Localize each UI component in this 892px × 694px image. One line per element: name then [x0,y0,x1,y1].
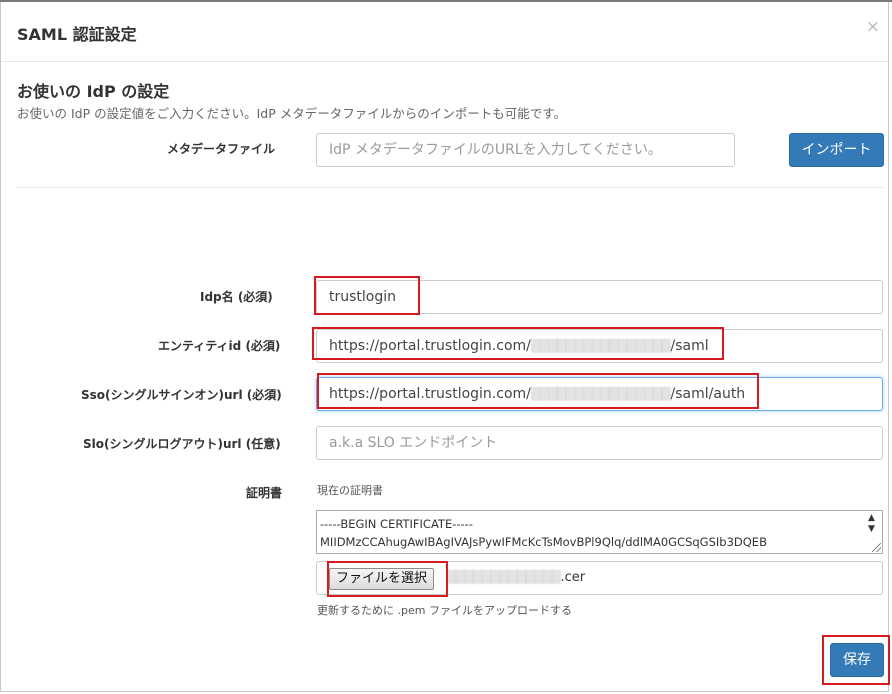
section-title: お使いの IdP の設定 [17,82,170,101]
entity-id-prefix: https://portal.trustlogin.com/ [329,338,531,354]
slo-url-label: Slo(シングルログアウト)url (任意) [83,437,281,451]
scroll-down-icon[interactable]: ▼ [868,524,880,535]
current-certificate-label: 現在の証明書 [317,484,383,497]
entity-id-input[interactable]: https://portal.trustlogin.com/▒▒▒▒▒▒▒▒▒▒… [316,329,883,363]
certificate-help-text: 更新するために .pem ファイルをアップロードする [317,604,572,617]
sso-url-input[interactable]: https://portal.trustlogin.com/▒▒▒▒▒▒▒▒▒▒… [316,377,883,411]
entity-id-masked: ▒▒▒▒▒▒▒▒▒▒▒▒▒▒▒▒ [530,339,671,353]
dialog-title: SAML 認証設定 [17,25,137,44]
resize-grip-icon[interactable] [872,543,881,552]
save-button[interactable]: 保存 [830,643,884,677]
metadata-file-label: メタデータファイル [167,142,276,156]
idp-name-label: Idp名 (必須) [200,290,273,304]
saml-settings-dialog: SAML 認証設定 × お使いの IdP の設定 お使いの IdP の設定値をご… [0,2,890,692]
sso-url-masked: ▒▒▒▒▒▒▒▒▒▒▒▒▒▒▒▒ [530,387,671,401]
section-description: お使いの IdP の設定値をご入力ください。IdP メタデータファイルからのイン… [17,106,566,121]
certificate-textarea[interactable]: -----BEGIN CERTIFICATE----- MIIDMzCCAhug… [316,510,883,554]
certificate-label: 証明書 [246,486,283,500]
choose-file-button[interactable]: ファイルを選択 [329,568,435,590]
file-name-masked: ▒▒▒▒▒▒▒▒▒▒▒▒▒ [447,570,561,584]
metadata-url-input[interactable]: IdP メタデータファイルのURLを入力してください。 [316,133,735,167]
scroll-up-icon[interactable]: ▲ [868,513,880,524]
close-icon[interactable]: × [866,17,880,37]
certificate-line-1: -----BEGIN CERTIFICATE----- [320,517,473,531]
sso-url-label: Sso(シングルサインオン)url (必須) [81,388,282,402]
entity-id-suffix: /saml [670,338,709,354]
import-button[interactable]: インポート [789,133,884,167]
idp-name-input[interactable]: trustlogin [316,280,883,314]
section-divider [17,187,883,188]
slo-url-input[interactable]: a.k.a SLO エンドポイント [316,426,883,460]
sso-url-suffix: /saml/auth [670,386,746,402]
idp-name-value: trustlogin [329,289,397,305]
entity-id-label: エンティティid (必須) [158,339,281,353]
dialog-header: SAML 認証設定 × [1,2,888,62]
certificate-file-input[interactable]: ファイルを選択 ▒▒▒▒▒▒▒▒▒▒▒▒▒.cer [316,561,883,595]
selected-file-name: ▒▒▒▒▒▒▒▒▒▒▒▒▒.cer [447,570,585,585]
file-name-suffix: .cer [560,570,586,585]
certificate-line-2: MIIDMzCCAhugAwIBAgIVAJsPywIFMcKcTsMovBPl… [320,535,767,549]
textarea-scrollbar[interactable]: ▲ ▼ [868,513,880,535]
sso-url-prefix: https://portal.trustlogin.com/ [329,386,531,402]
